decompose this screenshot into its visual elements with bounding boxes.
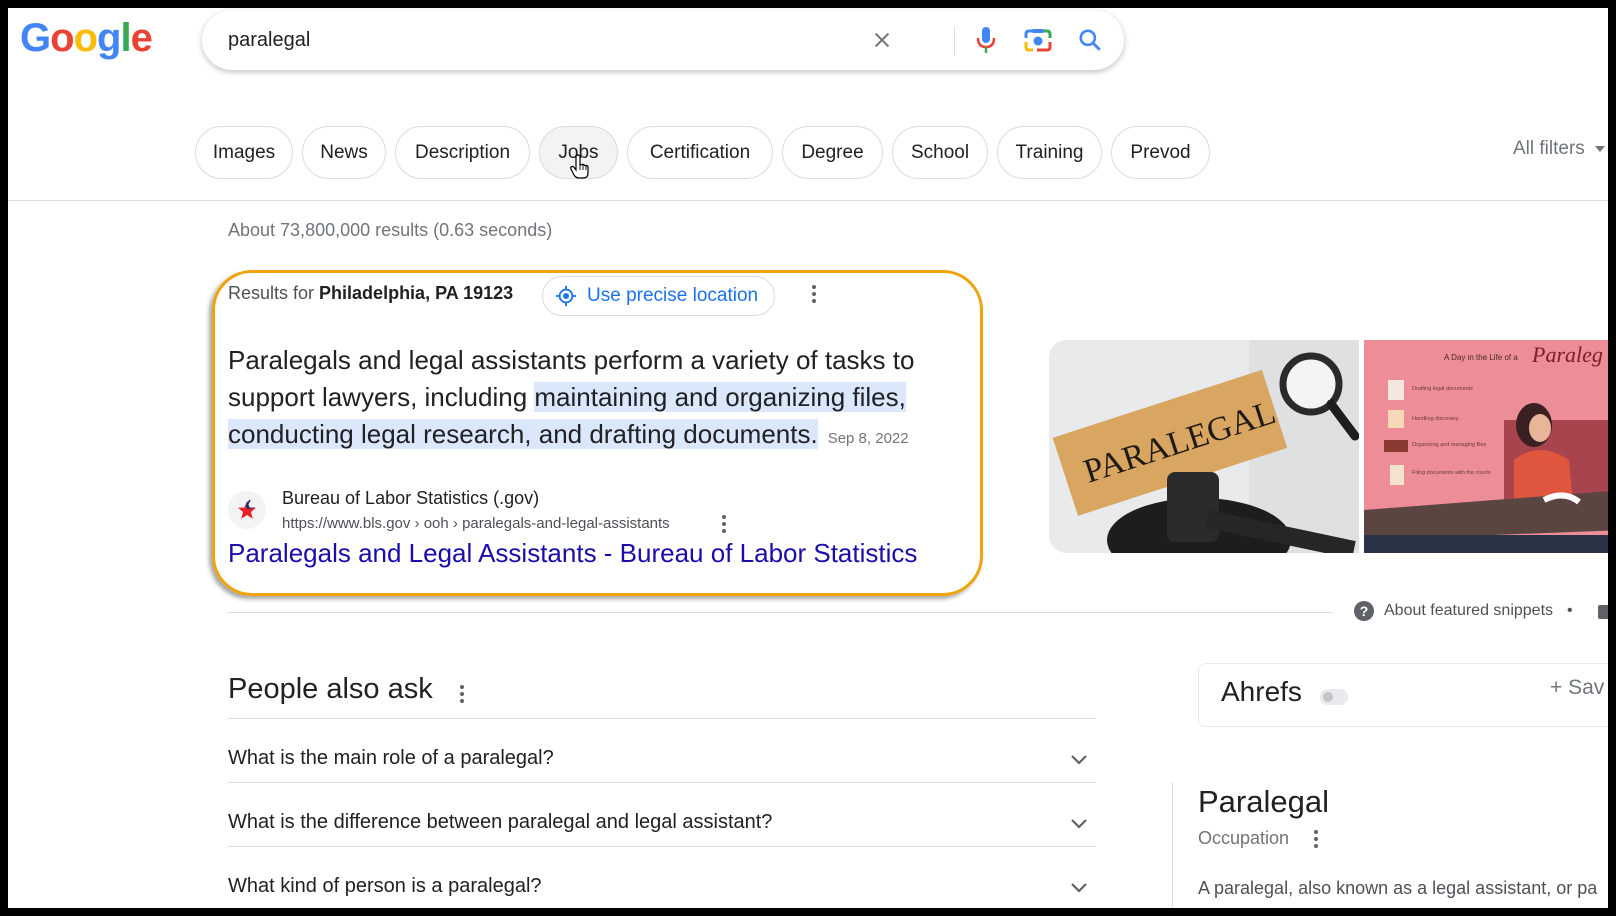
feedback-icon[interactable]	[1598, 605, 1608, 619]
paralegal-illustration: A Day in the Life of a Paraleg Drafting …	[1364, 340, 1608, 553]
chip-training[interactable]: Training	[997, 126, 1102, 179]
location-name: Philadelphia, PA 19123	[319, 283, 514, 303]
logo-letter: l	[120, 16, 131, 60]
about-featured-snippets-label: About featured snippets	[1384, 602, 1554, 619]
paralegal-gavel-image[interactable]: PARALEGAL	[1049, 340, 1359, 553]
knowledge-panel-border	[1172, 782, 1173, 908]
svg-text:Filing documents with the cour: Filing documents with the courts	[1412, 470, 1491, 476]
svg-text:Drafting legal documents: Drafting legal documents	[1412, 386, 1473, 392]
knowledge-panel-options-icon[interactable]	[1310, 828, 1322, 850]
image-caption-text: Paraleg	[1531, 342, 1603, 367]
ahrefs-label: Ahrefs	[1221, 676, 1302, 707]
results-for-prefix: Results for	[228, 283, 315, 303]
section-divider	[228, 612, 1332, 613]
caret-down-icon	[1594, 146, 1605, 152]
paa-question[interactable]: What kind of person is a paralegal?	[228, 875, 542, 898]
knowledge-panel-subtitle: Occupation	[1198, 828, 1290, 848]
svg-text:A Day in the Life of a: A Day in the Life of a	[1444, 353, 1518, 362]
search-bar	[202, 10, 1124, 70]
source-site-name[interactable]: Bureau of Labor Statistics (.gov)	[282, 488, 539, 509]
image-search-button[interactable]	[1020, 22, 1056, 58]
svg-text:Handling discovery: Handling discovery	[1412, 416, 1459, 422]
search-icon	[1079, 29, 1101, 51]
paa-question[interactable]: What is the difference between paralegal…	[228, 811, 772, 834]
chip-degree[interactable]: Degree	[782, 126, 883, 179]
bls-favicon[interactable]	[228, 491, 266, 529]
help-icon: ?	[1354, 601, 1374, 621]
paa-divider	[228, 782, 1096, 783]
snippet-date: Sep 8, 2022	[827, 430, 909, 447]
precise-location-label: Use precise location	[587, 285, 759, 306]
people-also-ask-heading: People also ask	[228, 673, 433, 705]
google-logo[interactable]: Google	[20, 16, 153, 61]
paa-divider	[228, 718, 1096, 719]
voice-search-button[interactable]	[968, 22, 1004, 58]
logo-letter: G	[20, 16, 51, 60]
star-logo-icon	[238, 499, 256, 519]
result-title-link[interactable]: Paralegals and Legal Assistants - Bureau…	[228, 538, 917, 569]
more-options-icon[interactable]	[804, 282, 824, 306]
result-options-icon[interactable]	[716, 513, 732, 535]
location-target-icon	[555, 285, 577, 307]
logo-letter: e	[130, 16, 153, 60]
ahrefs-save-button[interactable]: + Sav	[1550, 676, 1604, 700]
chevron-down-icon[interactable]	[1068, 877, 1090, 899]
chevron-down-icon[interactable]	[1068, 813, 1090, 835]
clear-search-button[interactable]	[864, 22, 900, 58]
chip-school[interactable]: School	[892, 126, 988, 179]
about-featured-snippets-link[interactable]: ? About featured snippets •	[1354, 601, 1573, 621]
knowledge-panel-title: Paralegal	[1198, 784, 1329, 819]
svg-text:Organizing and managing files: Organizing and managing files	[1412, 442, 1487, 448]
chip-description[interactable]: Description	[395, 126, 530, 179]
chip-certification[interactable]: Certification	[627, 126, 773, 179]
camera-lens-icon	[1024, 29, 1052, 52]
dot-separator: •	[1567, 602, 1573, 619]
close-icon	[874, 32, 890, 48]
ahrefs-toggle[interactable]	[1320, 689, 1348, 705]
paa-options-icon[interactable]	[456, 682, 468, 706]
logo-letter: o	[50, 16, 74, 60]
snippet-text: Paralegals and legal assistants perform …	[228, 342, 968, 457]
search-input[interactable]	[228, 24, 828, 56]
header-divider	[8, 200, 1608, 201]
paa-divider	[228, 846, 1096, 847]
all-filters-label: All filters	[1513, 138, 1585, 159]
result-stats: About 73,800,000 results (0.63 seconds)	[228, 220, 553, 240]
chip-images[interactable]: Images	[195, 126, 293, 179]
use-precise-location-button[interactable]: Use precise location	[542, 276, 776, 316]
chevron-down-icon[interactable]	[1068, 749, 1090, 771]
logo-letter: o	[73, 16, 98, 60]
results-for-location: Results for Philadelphia, PA 19123	[228, 283, 513, 304]
all-filters-button[interactable]: All filters	[1513, 138, 1605, 160]
search-bar-divider	[954, 26, 955, 56]
paa-question[interactable]: What is the main role of a paralegal?	[228, 747, 554, 770]
chip-news[interactable]: News	[302, 126, 386, 179]
source-url[interactable]: https://www.bls.gov › ooh › paralegals-a…	[282, 515, 670, 532]
microphone-icon	[976, 27, 996, 53]
paralegal-sign-image: PARALEGAL	[1049, 340, 1359, 553]
chip-prevod[interactable]: Prevod	[1111, 126, 1210, 179]
search-button[interactable]	[1072, 22, 1108, 58]
browser-page: Google paralegal Images News Description…	[8, 8, 1608, 908]
day-in-life-paralegal-image[interactable]: A Day in the Life of a Paraleg Drafting …	[1364, 340, 1608, 553]
logo-letter: g	[97, 16, 121, 60]
knowledge-panel-description: A paralegal, also known as a legal assis…	[1198, 878, 1598, 898]
chip-jobs[interactable]: Jobs	[539, 126, 618, 179]
